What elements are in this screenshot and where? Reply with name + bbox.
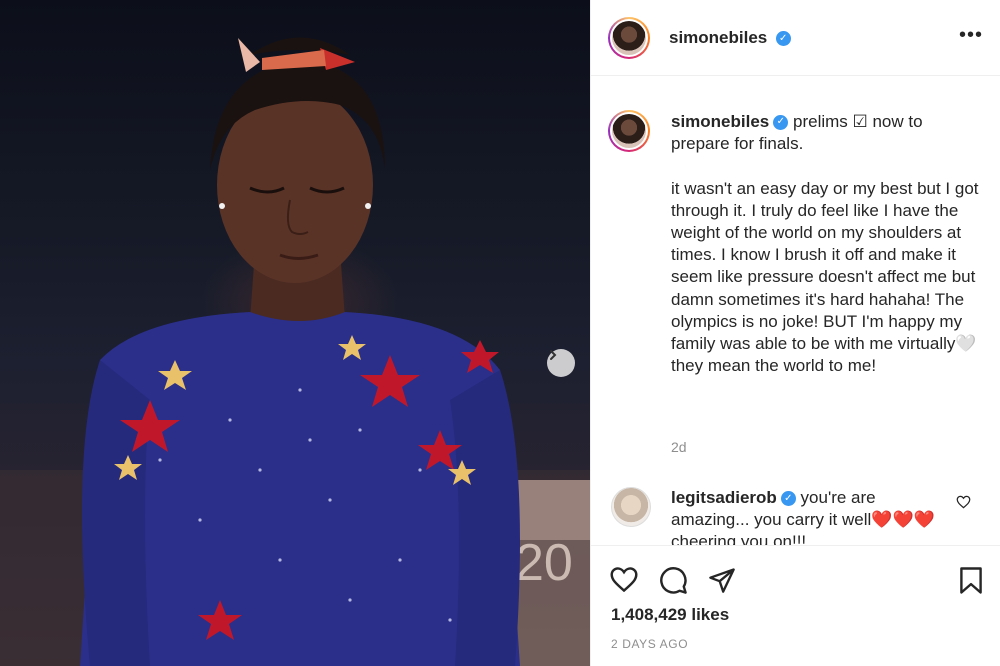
likes-count[interactable]: 1,408,429 likes xyxy=(611,605,729,625)
post-header: simonebiles ✓ ••• xyxy=(591,0,1000,76)
next-photo-button[interactable] xyxy=(547,349,575,377)
athlete-illustration: 20 xyxy=(0,37,590,666)
author-avatar[interactable] xyxy=(608,17,650,59)
caption-avatar[interactable] xyxy=(608,110,650,152)
comment-heart-icon[interactable] xyxy=(956,495,971,509)
author-line: simonebiles ✓ xyxy=(669,28,791,48)
author-username[interactable]: simonebiles xyxy=(669,28,767,47)
caption: simonebiles ✓ prelims ☑ now to prepare fo… xyxy=(671,111,981,377)
comment-icon[interactable] xyxy=(659,566,688,595)
backdrop-number: 20 xyxy=(515,534,573,592)
more-icon[interactable]: ••• xyxy=(959,25,983,45)
verified-icon: ✓ xyxy=(773,115,789,131)
post-sidebar: simonebiles ✓ ••• simonebiles ✓ prelims ☑… xyxy=(590,0,1000,666)
bookmark-icon[interactable] xyxy=(959,566,983,595)
caption-body: prelims ☑ now to prepare for finals. it … xyxy=(671,112,979,376)
share-icon[interactable] xyxy=(708,566,736,594)
post-actions: 1,408,429 likes 2 DAYS AGO xyxy=(591,548,1000,666)
post-photo[interactable]: 20 xyxy=(0,0,590,666)
comment-username[interactable]: legitsadierob xyxy=(671,488,777,507)
verified-icon: ✓ xyxy=(780,491,796,507)
comments-section[interactable]: simonebiles ✓ prelims ☑ now to prepare fo… xyxy=(591,77,1000,546)
verified-icon: ✓ xyxy=(775,31,791,47)
commenter-avatar[interactable] xyxy=(611,487,651,527)
caption-timestamp[interactable]: 2d xyxy=(671,439,687,455)
caption-username[interactable]: simonebiles xyxy=(671,112,769,131)
next-arrow-icon xyxy=(550,350,557,360)
heart-icon[interactable] xyxy=(609,566,639,593)
post-timestamp[interactable]: 2 DAYS AGO xyxy=(611,637,688,651)
comment: legitsadierob ✓ you're are amazing... you… xyxy=(671,487,946,545)
